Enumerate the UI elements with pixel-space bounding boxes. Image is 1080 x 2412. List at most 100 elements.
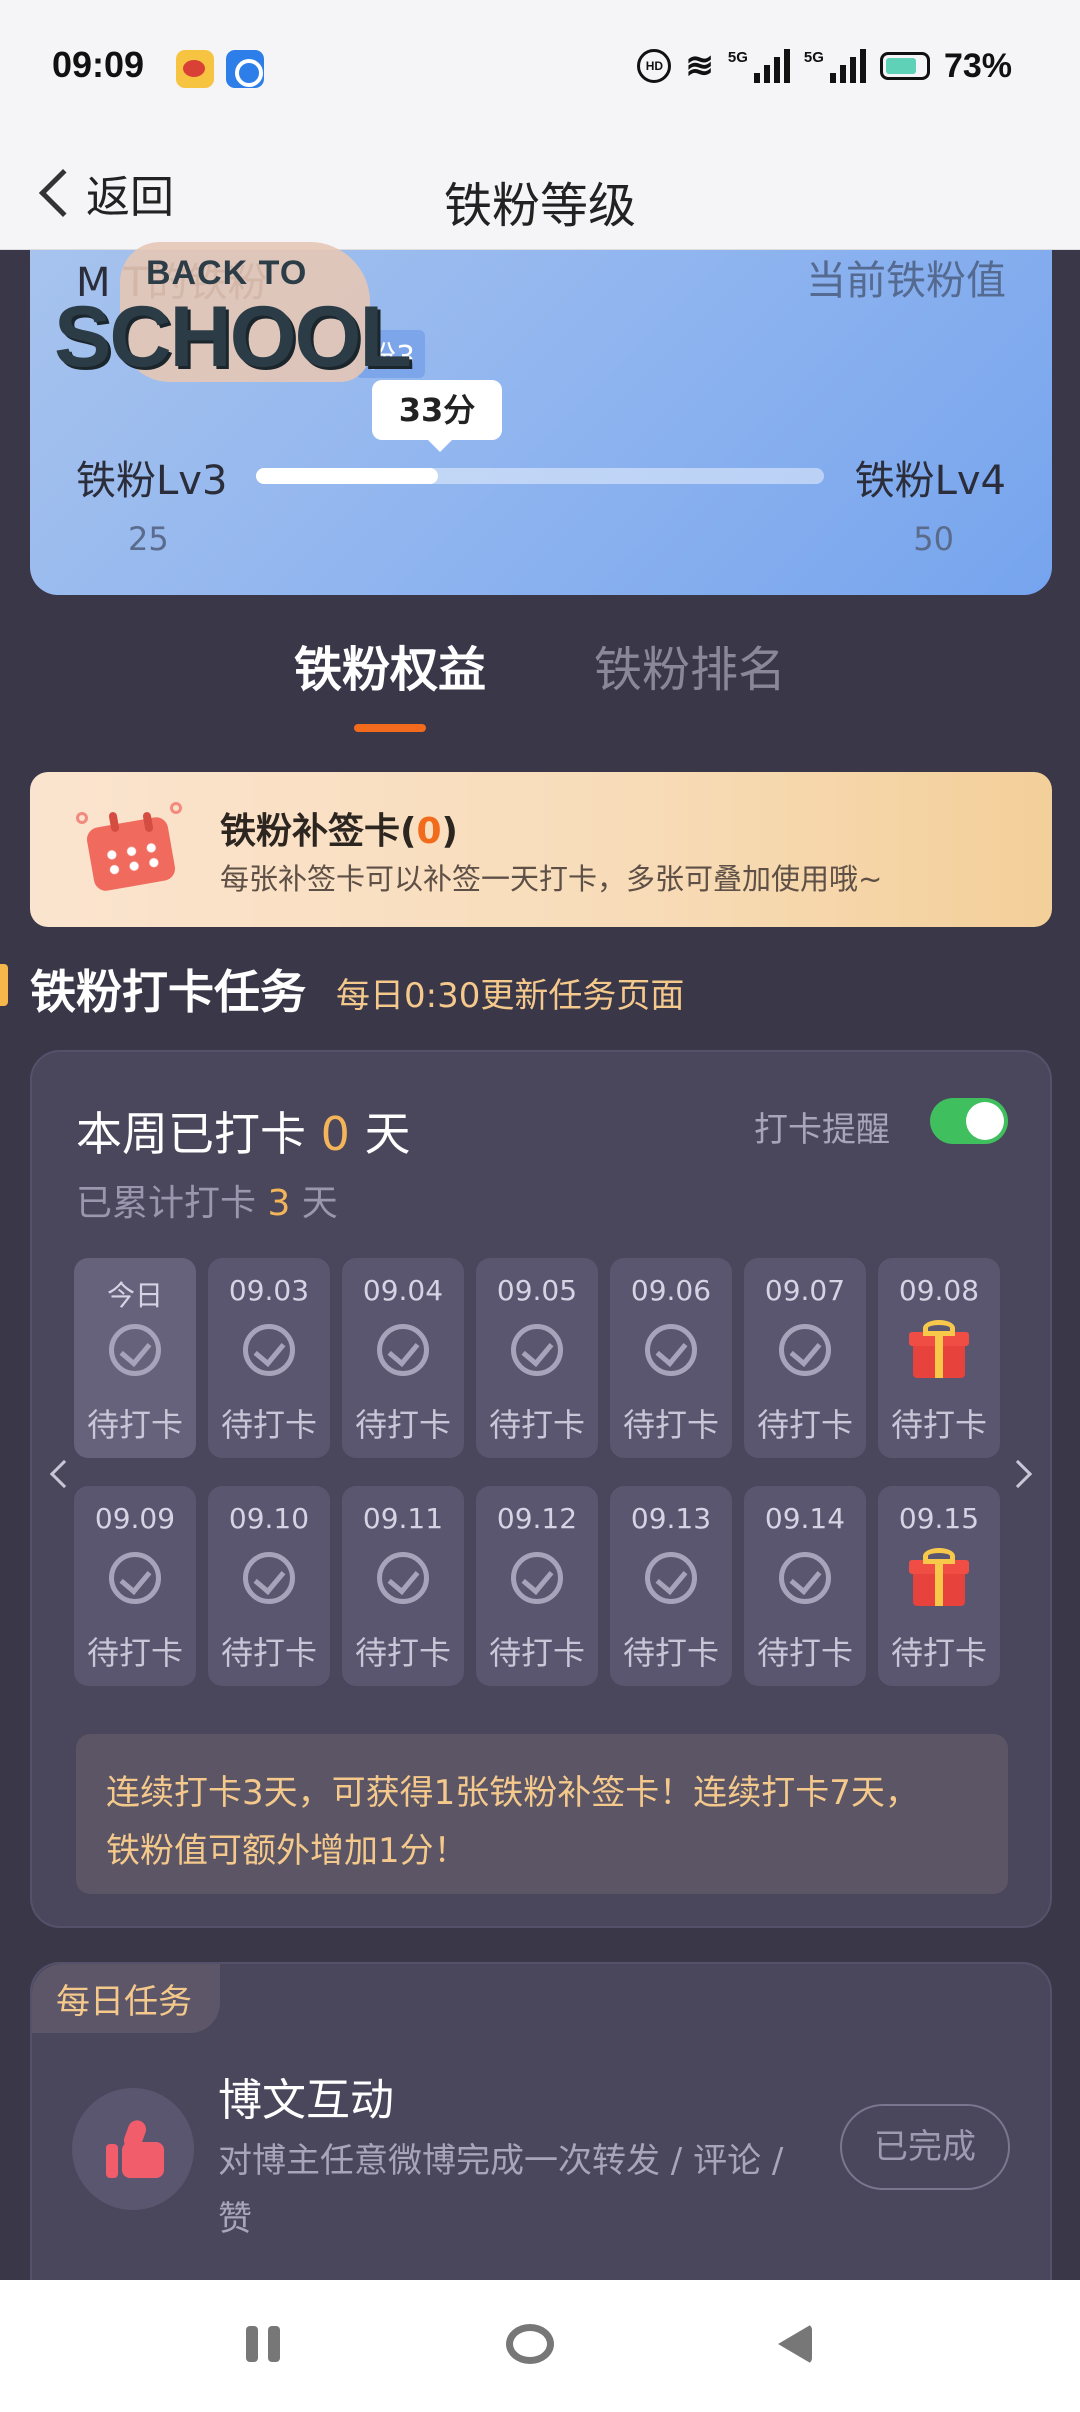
daily-tasks-tag: 每日任务 [32,1964,220,2033]
recents-icon[interactable] [246,2326,282,2362]
hd-icon: HD [637,49,672,83]
day-date: 09.12 [496,1502,578,1535]
network-type: 5G [727,49,748,66]
check-circle-icon [645,1552,697,1604]
day-cell[interactable]: 09.05 待打卡 [476,1258,598,1458]
day-date: 今日 [106,1279,163,1312]
day-date: 09.03 [228,1274,310,1307]
day-cell[interactable]: 09.10 待打卡 [208,1486,330,1686]
battery-percent: 73% [943,46,1012,85]
tab-ranking[interactable]: 铁粉排名 [594,630,786,700]
day-status: 待打卡 [354,1634,451,1672]
week-prefix: 本周已打卡 [76,1107,321,1161]
calendar-icon [85,811,177,893]
day-status: 待打卡 [890,1406,987,1444]
tab-benefits[interactable]: 铁粉权益 [294,630,486,700]
reminder-toggle[interactable] [930,1098,1008,1144]
makeup-title-suffix: ) [441,811,458,852]
gift-icon [909,1548,969,1608]
weibo-icon [176,50,214,88]
network-type-2: 5G [803,49,824,66]
task-icon-circle [72,2088,194,2210]
total-suffix: 天 [290,1183,338,1224]
next-week-icon[interactable] [1003,1459,1033,1489]
check-circle-icon [377,1324,429,1376]
day-cell[interactable]: 09.12 待打卡 [476,1486,598,1686]
check-circle-icon [243,1552,295,1604]
day-status: 待打卡 [220,1406,317,1444]
day-status: 待打卡 [86,1634,183,1672]
section-accent-bar [0,964,8,1006]
day-cell[interactable]: 09.08 待打卡 [878,1258,1000,1458]
day-status: 待打卡 [756,1634,853,1672]
day-cell[interactable]: 09.04 待打卡 [342,1258,464,1458]
task-description: 对博主任意微博完成一次转发 / 评论 / 赞 [218,2141,784,2239]
check-circle-icon [511,1552,563,1604]
day-cell[interactable]: 09.15 待打卡 [878,1486,1000,1686]
day-cell[interactable]: 09.09 待打卡 [74,1486,196,1686]
makeup-title-prefix: 铁粉补签卡( [220,811,417,852]
day-date: 09.06 [630,1274,712,1307]
status-bar: 09:09 HD ≋ 5G 5G 73% [0,0,1080,140]
total-prefix: 已累计打卡 [76,1183,268,1224]
check-circle-icon [645,1324,697,1376]
gift-icon [909,1320,969,1380]
prev-week-icon[interactable] [49,1459,79,1489]
day-date: 09.07 [764,1274,846,1307]
day-status: 待打卡 [488,1634,585,1672]
total-checkin-text: 已累计打卡 3 天 [76,1174,338,1226]
check-circle-icon [779,1324,831,1376]
day-cell[interactable]: 09.13 待打卡 [610,1486,732,1686]
day-date: 09.08 [898,1274,980,1307]
back-to-school-sticker: BACK TO SCHOOL [50,232,412,392]
level-progress-fill [256,468,438,484]
week-count: 0 [320,1107,350,1161]
bonus-line-1: 连续打卡3天，可获得1张铁粉补签卡！连续打卡7天， [106,1773,919,1813]
makeup-card[interactable]: 铁粉补签卡(0) 每张补签卡可以补签一天打卡，多张可叠加使用哦~ [30,772,1052,927]
check-circle-icon [109,1552,161,1604]
system-nav-bar [0,2280,1080,2412]
sticker-main-text: SCHOOL [54,289,412,385]
status-time: 09:09 [52,44,145,85]
day-date: 09.10 [228,1502,310,1535]
day-cell[interactable]: 09.14 待打卡 [744,1486,866,1686]
bonus-info: 连续打卡3天，可获得1张铁粉补签卡！连续打卡7天， 铁粉值可额外增加1分！ [76,1734,1008,1894]
makeup-count: 0 [416,811,442,852]
day-date: 09.15 [898,1502,980,1535]
day-status: 待打卡 [354,1406,451,1444]
section-subtitle: 每日0:30更新任务页面 [336,976,685,1016]
next-level: 铁粉Lv4 [854,458,1006,504]
day-cell[interactable]: 09.11 待打卡 [342,1486,464,1686]
day-status: 待打卡 [622,1406,719,1444]
day-cell[interactable]: 09.03 待打卡 [208,1258,330,1458]
checkin-card: 本周已打卡 0 天 已累计打卡 3 天 打卡提醒 今日 待打卡 09.03 待打卡 09… [30,1050,1052,1928]
next-level-min: 50 [913,520,954,558]
makeup-card-title: 铁粉补签卡(0) [220,802,458,854]
makeup-description: 每张补签卡可以补签一天打卡，多张可叠加使用哦~ [220,862,883,896]
app-icon [226,50,264,88]
day-cell[interactable]: 09.07 待打卡 [744,1258,866,1458]
thumbs-up-icon [104,2117,164,2178]
check-circle-icon [243,1324,295,1376]
bonus-line-2: 铁粉值可额外增加1分！ [106,1831,468,1871]
status-indicators: HD ≋ 5G 5G 73% [637,46,1012,86]
back-triangle-icon[interactable] [778,2324,812,2364]
current-value-label: 当前铁粉值 [806,258,1006,304]
day-status: 待打卡 [622,1634,719,1672]
day-date: 09.05 [496,1274,578,1307]
day-status: 待打卡 [756,1406,853,1444]
home-icon[interactable] [506,2324,554,2364]
sparkle-icon [76,812,88,824]
check-circle-icon [511,1324,563,1376]
day-date: 09.04 [362,1274,444,1307]
day-cell[interactable]: 09.06 待打卡 [610,1258,732,1458]
day-date: 09.14 [764,1502,846,1535]
current-level: 铁粉Lv3 [76,458,228,504]
day-cell-today[interactable]: 今日 待打卡 [74,1258,196,1458]
total-count: 3 [267,1183,291,1224]
task-completed-button[interactable]: 已完成 [840,2104,1010,2190]
sparkle-icon [170,802,182,814]
day-date: 09.11 [362,1502,444,1535]
day-status: 待打卡 [890,1634,987,1672]
day-status: 待打卡 [220,1634,317,1672]
